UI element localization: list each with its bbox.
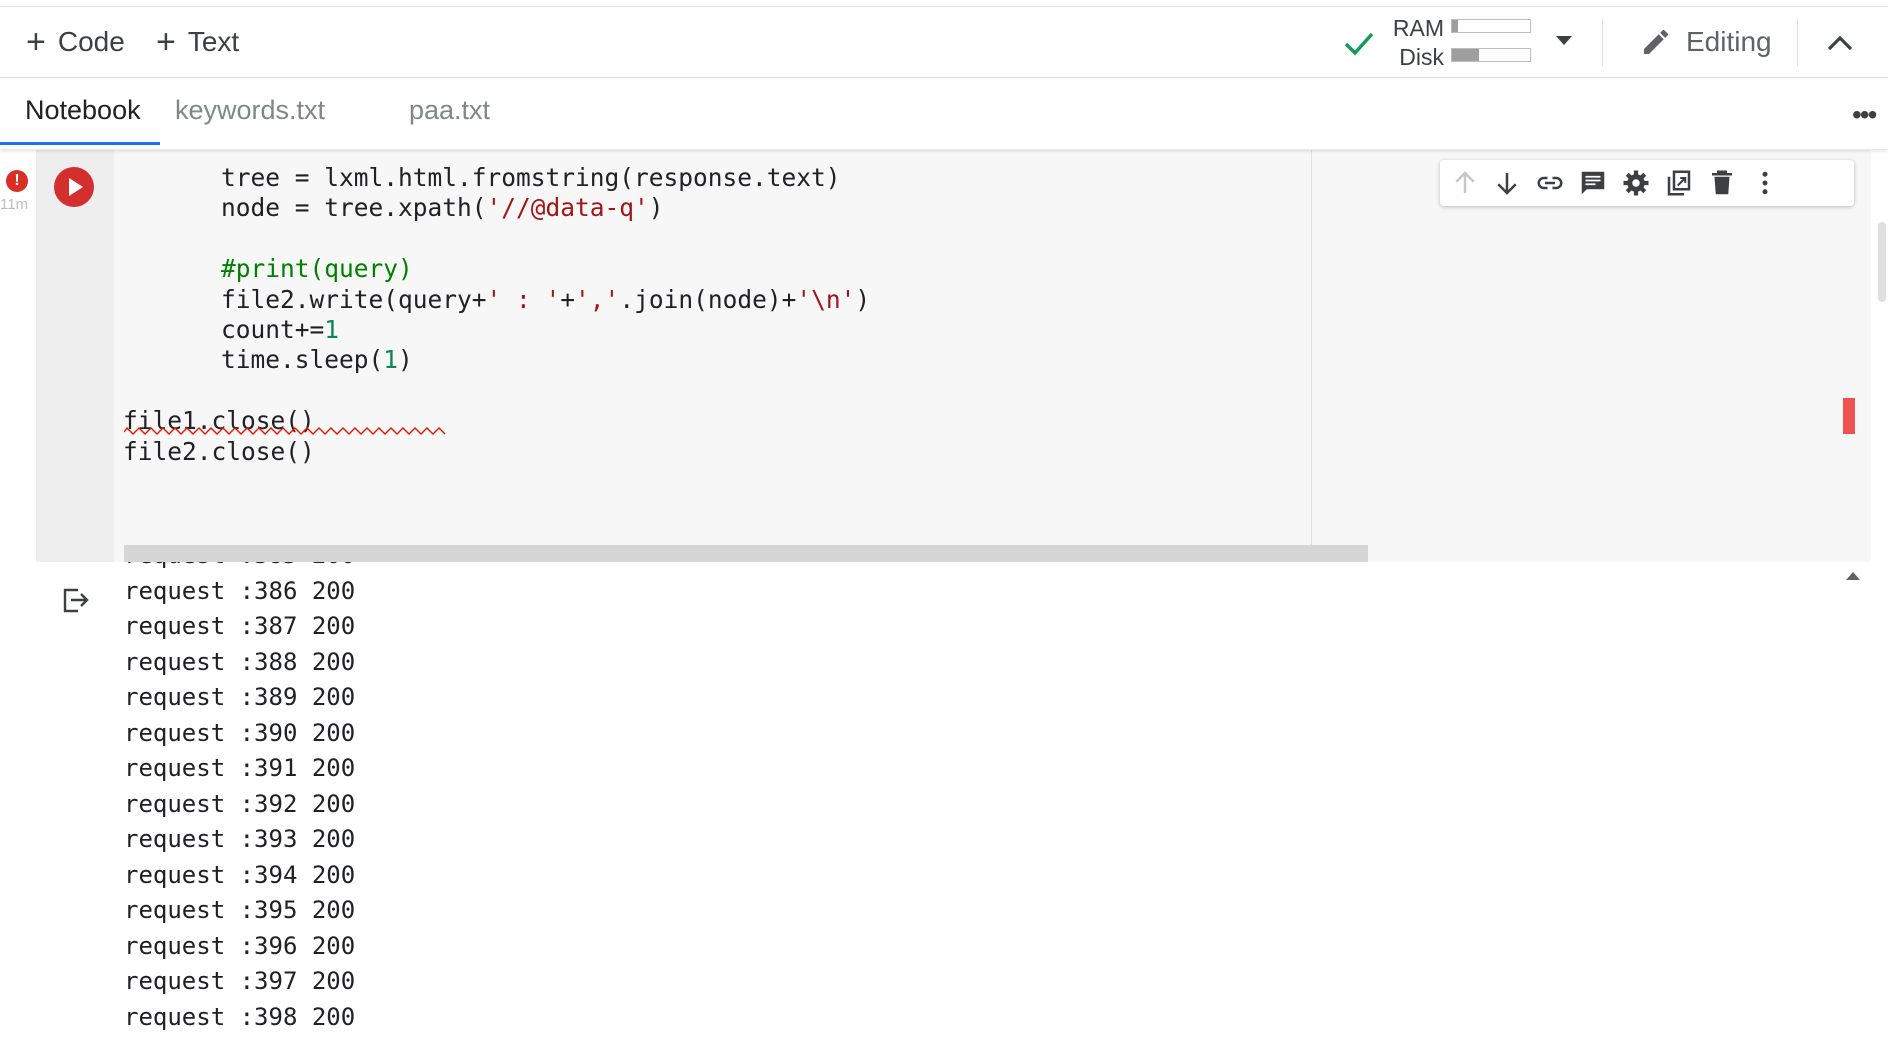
delete-icon[interactable] <box>1707 168 1737 198</box>
run-cell-button[interactable] <box>54 167 94 207</box>
more-vert-icon[interactable] <box>1750 168 1780 198</box>
error-status-icon[interactable]: ! <box>6 170 28 192</box>
code-editor-margin <box>1311 150 1871 562</box>
file-tab-bar: Notebook keywords.txt paa.txt ••• <box>0 79 1888 149</box>
collapse-header-icon[interactable] <box>1822 28 1858 58</box>
error-overview-marker <box>1843 398 1855 434</box>
output-line: request :386 200 <box>124 576 356 605</box>
resource-labels[interactable]: RAM Disk <box>1386 14 1444 72</box>
cell-toolbar <box>1440 160 1854 206</box>
code-line: node = tree.xpath('//@data-q') <box>221 193 664 223</box>
page-scrollbar-thumb[interactable] <box>1878 222 1886 302</box>
error-squiggle <box>124 427 446 435</box>
active-tab-indicator <box>0 142 160 145</box>
output-line: request :388 200 <box>124 647 356 676</box>
disk-usage-bar <box>1451 48 1531 62</box>
output-line: request :396 200 <box>124 931 356 960</box>
toolbar-top-border <box>0 6 1888 7</box>
code-line: file2.close() <box>123 436 315 466</box>
top-toolbar: + Code + Text RAM Disk Editing <box>0 0 1888 78</box>
code-line: file2.write(query+' : '+','.join(node)+'… <box>221 284 871 314</box>
output-line: request :394 200 <box>124 860 356 889</box>
disk-usage-fill <box>1452 49 1480 61</box>
output-line: request :393 200 <box>124 825 356 853</box>
move-down-icon[interactable] <box>1492 168 1522 198</box>
add-code-label: Code <box>57 26 125 57</box>
output-line: request :387 200 <box>124 612 356 640</box>
editing-mode-button[interactable]: Editing <box>1640 22 1772 62</box>
output-line: request :392 200 <box>124 789 356 818</box>
link-icon[interactable] <box>1535 168 1565 198</box>
code-line: time.sleep(1) <box>221 345 413 375</box>
output-text: request :385 200 request :386 200 request … <box>124 562 355 1035</box>
execution-time: 11m <box>0 196 29 213</box>
cell-output: request :385 200 request :386 200 request … <box>36 562 1844 1037</box>
plus-icon: + <box>26 23 46 61</box>
tab-notebook[interactable]: Notebook <box>25 95 141 126</box>
add-text-label: Text <box>187 26 240 57</box>
cell-status-gutter: ! 11m <box>0 150 36 1037</box>
output-line: request :389 200 <box>124 683 356 711</box>
code-line: tree = lxml.html.fromstring(response.tex… <box>221 163 841 192</box>
move-up-icon[interactable] <box>1450 168 1480 198</box>
output-line: request :391 200 <box>124 754 356 782</box>
horizontal-scrollbar[interactable] <box>124 545 1368 562</box>
pencil-icon <box>1644 29 1669 54</box>
code-editor[interactable]: tree = lxml.html.fromstring(response.tex… <box>114 150 1311 562</box>
output-line: request :397 200 <box>124 967 356 995</box>
add-code-button[interactable]: + Code <box>26 22 125 62</box>
output-actions-icon[interactable] <box>60 584 92 616</box>
tab-keywords-txt[interactable]: keywords.txt <box>175 95 325 126</box>
more-options-icon[interactable]: ••• <box>1852 99 1877 131</box>
mirror-cell-icon[interactable] <box>1664 168 1694 198</box>
output-line: request :398 200 <box>124 1002 356 1031</box>
connected-check-icon <box>1344 32 1374 56</box>
resources-dropdown-icon[interactable] <box>1556 36 1572 45</box>
notebook-cell-area: ! 11m tree = lxml.html.fromstring(respon… <box>0 150 1888 1037</box>
output-line: request :395 200 <box>124 896 356 924</box>
settings-icon[interactable] <box>1621 168 1651 198</box>
toolbar-divider <box>1797 18 1798 66</box>
code-line: count+=1 <box>221 315 340 344</box>
output-line: request :390 200 <box>124 718 356 747</box>
ram-usage-bar <box>1451 19 1531 33</box>
add-text-button[interactable]: + Text <box>156 22 239 62</box>
disk-label: Disk <box>1399 44 1444 70</box>
tab-paa-txt[interactable]: paa.txt <box>409 95 490 126</box>
editing-label: Editing <box>1686 26 1772 57</box>
ram-label: RAM <box>1392 15 1444 41</box>
plus-icon: + <box>156 23 176 61</box>
comment-icon[interactable] <box>1578 168 1608 198</box>
page-scrollbar[interactable] <box>1876 152 1888 1037</box>
ram-usage-fill <box>1452 20 1459 32</box>
code-line: #print(query) <box>221 254 413 284</box>
run-gutter <box>36 150 114 562</box>
toolbar-divider <box>1602 18 1603 66</box>
output-line: request :385 200 <box>124 562 355 574</box>
output-scroll-up-icon[interactable] <box>1846 572 1860 580</box>
